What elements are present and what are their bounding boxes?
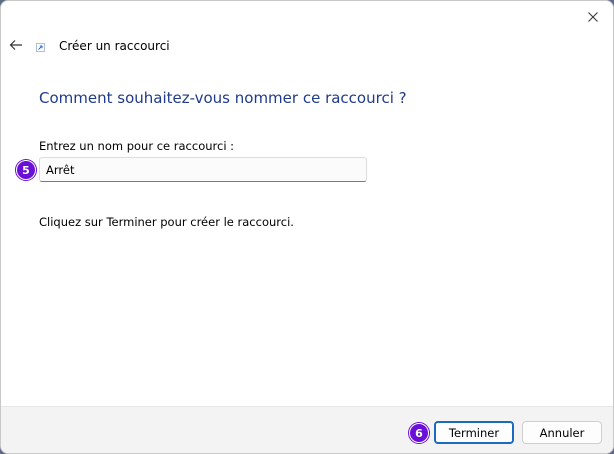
shortcut-name-input[interactable]	[39, 157, 367, 182]
step-badge: 5	[16, 160, 36, 180]
shortcut-icon	[36, 43, 45, 52]
window-title: Créer un raccourci	[59, 39, 170, 53]
cancel-button[interactable]: Annuler	[522, 421, 602, 444]
page-heading: Comment souhaitez-vous nommer ce raccour…	[39, 89, 407, 107]
back-button[interactable]	[7, 36, 25, 54]
back-arrow-icon	[9, 40, 22, 50]
dialog-footer: Terminer Annuler	[1, 406, 613, 453]
finish-button[interactable]: Terminer	[434, 421, 514, 444]
create-shortcut-dialog: Créer un raccourci Comment souhaitez-vou…	[0, 0, 614, 454]
step-badge: 6	[409, 423, 429, 443]
close-button[interactable]	[583, 7, 603, 27]
close-icon	[588, 12, 598, 22]
finish-hint-text: Cliquez sur Terminer pour créer le racco…	[39, 215, 294, 229]
shortcut-name-label: Entrez un nom pour ce raccourci :	[39, 139, 235, 153]
